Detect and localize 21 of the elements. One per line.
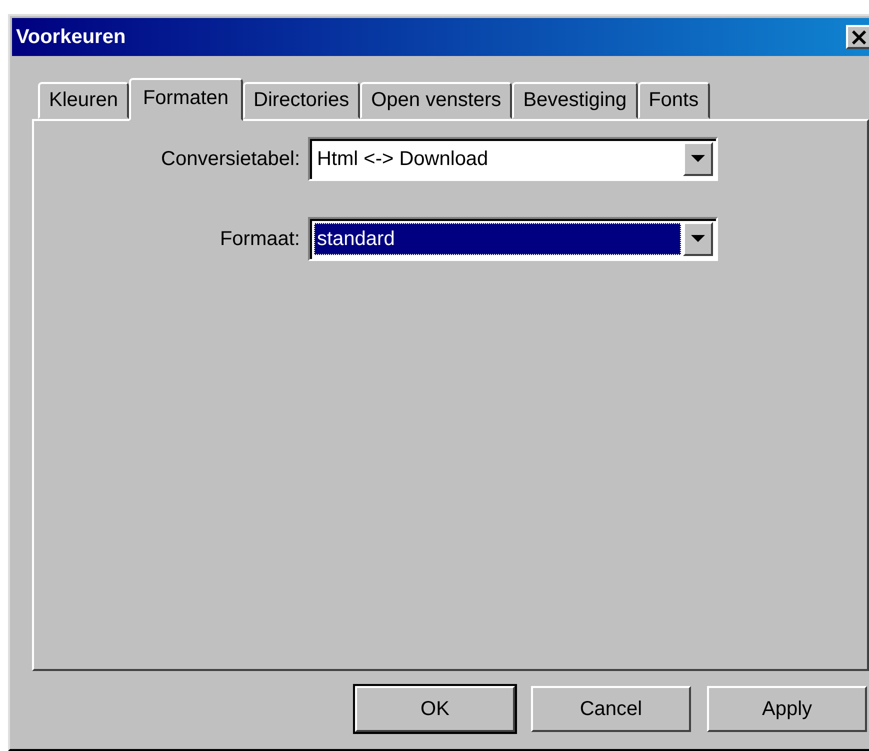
caret-icon xyxy=(691,235,705,243)
dropdown-button[interactable] xyxy=(683,142,713,176)
window-title: Voorkeuren xyxy=(16,26,126,48)
field-label: Formaat: xyxy=(218,228,301,250)
tab[interactable]: Fonts xyxy=(638,82,710,119)
dropdown-value: Html <-> Download xyxy=(316,146,490,172)
tab[interactable]: Open vensters xyxy=(360,82,512,119)
dialog-button[interactable]: Cancel xyxy=(531,686,691,732)
tab[interactable]: Kleuren xyxy=(38,82,129,119)
caret-icon xyxy=(691,155,705,163)
dropdown-button[interactable] xyxy=(683,222,713,256)
tab[interactable]: Directories xyxy=(242,82,360,119)
tab[interactable]: Bevestiging xyxy=(512,82,638,119)
dialog-button[interactable]: OK xyxy=(355,686,515,732)
dropdown-field[interactable]: standard xyxy=(308,217,718,261)
tab[interactable]: Formaten xyxy=(128,78,243,121)
dropdown-value: standard xyxy=(314,223,681,255)
close-button[interactable]: × xyxy=(846,25,869,49)
field-label: Conversietabel: xyxy=(160,148,301,170)
dialog-button[interactable]: Apply xyxy=(707,686,867,732)
dropdown-field[interactable]: Html <-> Download xyxy=(308,137,718,181)
